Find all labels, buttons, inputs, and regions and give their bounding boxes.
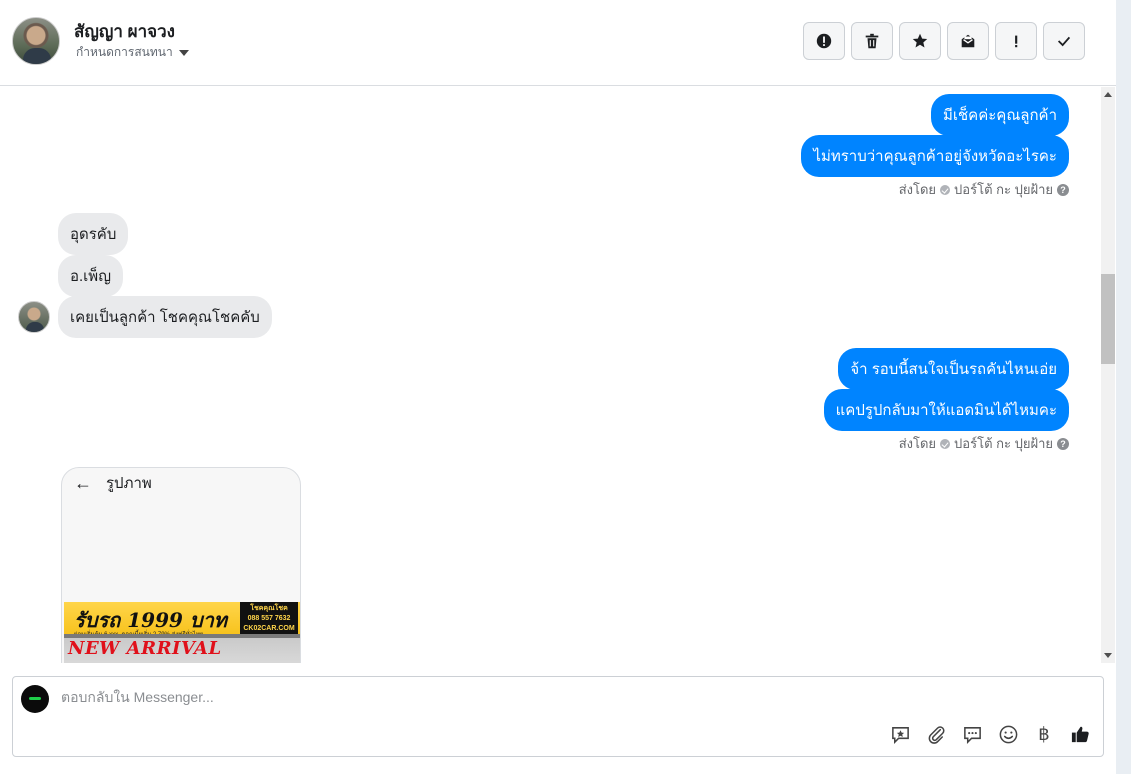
page-avatar — [21, 685, 49, 713]
inbox-conversation: สัญญา ผาจวง กำหนดการสนทนา มีเช็คค่ะคุณลู… — [0, 0, 1116, 774]
baht-icon: ฿ — [1038, 723, 1050, 745]
attach-button[interactable] — [925, 723, 947, 745]
image-card-header: ← รูปภาพ — [62, 468, 300, 498]
outgoing-message[interactable]: จ้า รอบนี้สนใจเป็นรถคันไหนเอ่ย — [838, 348, 1069, 390]
outgoing-message[interactable]: ไม่ทราบว่าคุณลูกค้าอยู่จังหวัดอะไรคะ — [801, 135, 1069, 177]
sender-name: ปอร์โต้ กะ ปุยฝ้าย — [954, 436, 1053, 451]
important-icon — [1015, 35, 1018, 48]
promo-logo: โชคคุณโชค 088 557 7632 CK02CAR.COM — [240, 602, 298, 634]
verified-icon — [940, 438, 951, 449]
outgoing-message[interactable]: แคปรูปกลับมาให้แอดมินได้ไหมคะ — [823, 389, 1069, 431]
outgoing-message[interactable]: มีเช็คค่ะคุณลูกค้า — [930, 94, 1069, 136]
caret-down-icon — [178, 49, 189, 56]
trash-icon — [865, 33, 879, 49]
sender-avatar[interactable] — [18, 301, 50, 333]
sent-by-label: ส่งโดย — [898, 182, 937, 197]
quick-reply-button[interactable] — [961, 723, 983, 745]
message-scrollbar[interactable] — [1101, 87, 1115, 663]
help-icon[interactable]: ? — [1057, 183, 1069, 196]
like-button[interactable] — [1069, 723, 1091, 745]
message-list[interactable]: มีเช็คค่ะคุณลูกค้า ไม่ทราบว่าคุณลูกค้าอย… — [0, 87, 1101, 663]
check-icon — [1057, 36, 1071, 47]
emoji-icon — [999, 725, 1017, 743]
promo-banner: NEW ARRIVAL — [68, 638, 222, 659]
conversation-toolbar — [803, 22, 1085, 60]
emoji-button[interactable] — [997, 723, 1019, 745]
spam-icon — [816, 33, 832, 49]
incoming-message[interactable]: เคยเป็นลูกค้า โชคคุณโชคคับ — [58, 296, 272, 338]
image-card-title: รูปภาพ — [106, 475, 152, 492]
assign-conversation-dropdown[interactable]: กำหนดการสนทนา — [76, 43, 189, 62]
promo-phone: 088 557 7632 — [247, 615, 291, 622]
important-button[interactable] — [995, 22, 1037, 60]
payment-button[interactable]: ฿ — [1033, 723, 1055, 745]
window-edge — [1116, 0, 1131, 774]
sent-by-info: ส่งโดย ปอร์โต้ กะ ปุยฝ้าย ? — [899, 433, 1069, 454]
composer-tools: ฿ — [889, 723, 1091, 745]
assign-label: กำหนดการสนทนา — [76, 45, 173, 59]
scrollbar-thumb[interactable] — [1101, 274, 1115, 364]
star-button[interactable] — [899, 22, 941, 60]
sender-name: ปอร์โต้ กะ ปุยฝ้าย — [954, 182, 1053, 197]
incoming-message[interactable]: อ.เพ็ญ — [58, 255, 123, 297]
incoming-message[interactable]: อุดรคับ — [58, 213, 129, 255]
saved-reply-button[interactable] — [889, 723, 911, 745]
promo-image[interactable]: รับรถ 1999 บาท ผ่อนเริ่มต้น 6,xxx. ดอกเบ… — [64, 602, 300, 663]
conversation-header: สัญญา ผาจวง กำหนดการสนทนา — [0, 0, 1116, 86]
unread-icon — [961, 34, 975, 48]
sent-by-info: ส่งโดย ปอร์โต้ กะ ปุยฝ้าย ? — [899, 179, 1069, 200]
mark-done-button[interactable] — [1043, 22, 1085, 60]
scroll-down-arrow-icon[interactable] — [1104, 653, 1112, 658]
spam-button[interactable] — [803, 22, 845, 60]
promo-logo-text: โชคคุณโชค — [250, 605, 288, 612]
back-arrow-icon[interactable]: ← — [74, 473, 92, 494]
promo-site: CK02CAR.COM — [243, 625, 295, 632]
scroll-up-arrow-icon[interactable] — [1104, 92, 1112, 97]
verified-icon — [940, 184, 951, 195]
chat-bubble-icon — [963, 726, 981, 744]
contact-name[interactable]: สัญญา ผาจวง — [74, 18, 175, 45]
contact-avatar[interactable] — [12, 17, 60, 65]
paperclip-icon — [928, 725, 945, 744]
mark-unread-button[interactable] — [947, 22, 989, 60]
image-attachment[interactable]: ← รูปภาพ รับรถ 1999 บาท ผ่อนเริ่มต้น 6,x… — [61, 467, 301, 663]
delete-button[interactable] — [851, 22, 893, 60]
help-icon[interactable]: ? — [1057, 437, 1069, 450]
star-icon — [912, 33, 928, 48]
thumbs-up-icon — [1071, 726, 1089, 742]
reply-input[interactable] — [61, 689, 961, 705]
sent-by-label: ส่งโดย — [898, 436, 937, 451]
reply-composer: ฿ — [12, 676, 1104, 757]
saved-reply-icon — [891, 726, 909, 744]
